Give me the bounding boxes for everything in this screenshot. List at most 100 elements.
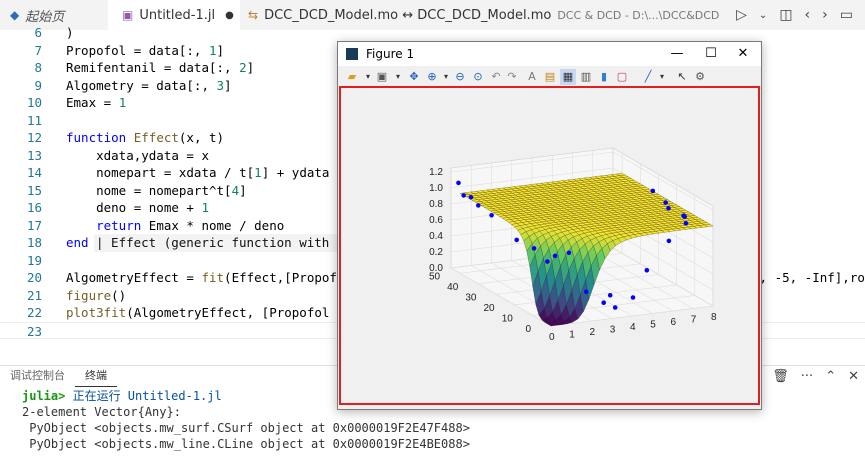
- undo-icon[interactable]: ↶: [488, 69, 504, 85]
- box-icon[interactable]: ▢: [614, 69, 630, 85]
- data-marker: [545, 259, 550, 264]
- vscode-logo-icon: ◆: [10, 8, 20, 22]
- surface-plot[interactable]: 0 1 2 3 4 5 6 7 8010203040500.00.20.40.60.81.01.…: [341, 88, 758, 403]
- code-text: return Emax * nome / deno: [96, 217, 285, 233]
- tab-start-label: 起始页: [25, 9, 65, 25]
- z-tick-label: 0.8: [429, 199, 443, 210]
- line-number: 20: [26, 270, 42, 285]
- dropdown-arrow-icon[interactable]: ▾: [390, 69, 406, 85]
- line-number: 14: [26, 165, 42, 180]
- x-tick-label: 5: [650, 320, 656, 331]
- line-number: 7: [34, 42, 42, 58]
- chevron-down-icon[interactable]: ⌄: [759, 10, 767, 21]
- more-icon[interactable]: ···: [801, 369, 813, 384]
- x-tick-label: 4: [630, 322, 636, 333]
- x-tick-label: 3: [610, 325, 616, 336]
- data-marker: [666, 238, 672, 244]
- matplotlib-logo-icon: [346, 48, 358, 60]
- line-number: 22: [26, 305, 42, 320]
- data-marker: [514, 237, 519, 243]
- data-marker: [666, 206, 671, 211]
- close-panel-icon[interactable]: ✕: [848, 369, 859, 384]
- line-number: 12: [26, 130, 42, 145]
- code-text: Emax = 1: [66, 95, 127, 110]
- line-number: 6: [34, 25, 42, 40]
- data-marker: [681, 213, 686, 218]
- code-text: AlgometryEffect = fit(Effect,[Propofol: [66, 270, 352, 285]
- tab-debug-console[interactable]: 调试控制台: [0, 366, 75, 386]
- save-icon[interactable]: ▣: [374, 69, 390, 85]
- forward-icon[interactable]: ›: [822, 7, 828, 23]
- tab-terminal[interactable]: 终端: [75, 366, 117, 387]
- x-tick-label: 2: [590, 327, 596, 338]
- julia-file-icon: ▣: [122, 8, 134, 22]
- line-number: 19: [26, 252, 42, 268]
- figure-titlebar[interactable]: Figure 1 — ☐ ✕: [338, 42, 761, 66]
- data-marker: [584, 289, 589, 294]
- tab-diff-description: DCC & DCD - D:\...\DCC&DCD: [557, 8, 720, 22]
- tab-diff-label: DCC_DCD_Model.mo ↔ DCC_DCD_Model.mo: [264, 7, 552, 23]
- code-text: Remifentanil = data[:, 2]: [66, 60, 255, 75]
- cursor-icon[interactable]: ↖: [674, 69, 690, 85]
- dropdown-arrow-icon[interactable]: ▾: [654, 69, 670, 85]
- line-number: 18: [26, 235, 42, 250]
- data-marker: [650, 188, 656, 194]
- y-tick-label: 40: [447, 282, 459, 293]
- text-icon[interactable]: A: [524, 69, 540, 85]
- code-text-overflow: f, -5, -Inf],ro: [752, 270, 865, 285]
- line-number: 13: [26, 147, 42, 163]
- y-tick-label: 0: [525, 324, 531, 335]
- code-line[interactable]: 6): [0, 24, 865, 42]
- data-marker: [607, 293, 613, 298]
- minimize-button[interactable]: —: [662, 44, 692, 64]
- code-text: plot3fit(AlgometryEffect, [Propofol Rem: [66, 305, 360, 320]
- properties-icon[interactable]: ▤: [542, 69, 558, 85]
- inline-result-hint: | Effect (generic function with 1 me: [94, 234, 367, 252]
- figure-window[interactable]: Figure 1 — ☐ ✕ ▰ ▾ ▣ ▾ ✥ ⊕ ▾ ⊖ ⊙ ↶ ↷ A ▤…: [337, 41, 762, 410]
- grid-icon[interactable]: ▦: [560, 69, 576, 85]
- z-tick-label: 0.2: [429, 247, 443, 258]
- line-number: 17: [26, 217, 42, 233]
- z-tick-label: 1.0: [429, 183, 443, 194]
- open-folder-icon[interactable]: ▰: [344, 69, 360, 85]
- data-marker: [566, 250, 572, 256]
- z-tick-label: 0.6: [429, 215, 443, 226]
- data-marker: [531, 246, 537, 251]
- line-number: 11: [26, 112, 42, 128]
- maximize-panel-icon[interactable]: ⌃: [825, 369, 836, 384]
- data-marker: [468, 194, 474, 200]
- data-marker: [683, 221, 689, 226]
- redo-icon[interactable]: ↷: [504, 69, 520, 85]
- plot-area[interactable]: 0 1 2 3 4 5 6 7 8 0 10 20 30 40 50 0.0 0.2 0.4 0.6 0.8 1.0 1.…: [339, 86, 760, 405]
- y-tick-label: 30: [465, 292, 477, 303]
- legend-icon[interactable]: ▥: [578, 69, 594, 85]
- data-marker: [630, 295, 636, 300]
- colorbar-icon[interactable]: ▮: [596, 69, 612, 85]
- terminal-line: PyObject <objects.mw_line.CLine object a…: [22, 437, 470, 451]
- pan-icon[interactable]: ✥: [406, 69, 422, 85]
- zoom-fit-icon[interactable]: ⊙: [470, 69, 486, 85]
- run-icon[interactable]: ▷: [736, 7, 747, 23]
- data-marker: [461, 193, 466, 198]
- code-text: function Effect(x, t): [66, 130, 225, 145]
- zoom-out-icon[interactable]: ⊖: [452, 69, 468, 85]
- close-button[interactable]: ✕: [728, 44, 758, 64]
- data-marker: [601, 300, 606, 305]
- line-number: 8: [34, 60, 42, 75]
- back-icon[interactable]: ‹: [805, 7, 811, 23]
- code-text: end: [66, 235, 89, 250]
- unsaved-dot-icon[interactable]: ●: [225, 10, 234, 21]
- code-text: Algometry = data[:, 3]: [66, 77, 232, 93]
- line-number: 9: [34, 77, 42, 93]
- z-tick-label: 0.4: [429, 231, 443, 242]
- trash-icon[interactable]: 🗑: [772, 369, 789, 384]
- line-number: 16: [26, 200, 42, 215]
- panel-actions: ◫ 🗑 ··· ⌃ ✕: [748, 366, 859, 386]
- tab-untitled-label: Untitled-1.jl: [139, 7, 216, 23]
- data-marker: [612, 305, 618, 310]
- y-tick-label: 10: [502, 313, 514, 324]
- maximize-button[interactable]: ☐: [696, 44, 726, 64]
- layout-icon[interactable]: ▭: [840, 7, 853, 23]
- settings-gear-icon[interactable]: ⚙: [692, 69, 708, 85]
- split-editor-icon[interactable]: ◫: [779, 7, 792, 23]
